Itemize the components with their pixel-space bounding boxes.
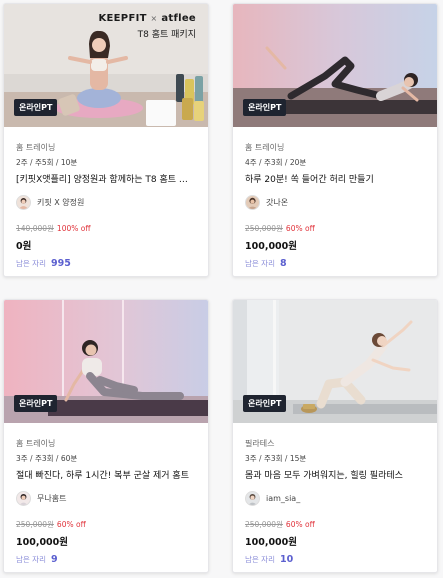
remaining-label: 남은 자리 — [245, 259, 275, 268]
course-schedule: 4주 / 주3회 / 20분 — [245, 158, 307, 167]
course-thumbnail[interactable]: KEEPFIT × atflee T8 홈트 패키지 온라인PT — [4, 4, 208, 127]
original-price: 250,000원 — [16, 520, 54, 529]
remaining-count: 10 — [279, 554, 294, 565]
remaining-label: 남은 자리 — [16, 259, 46, 268]
coach-avatar — [16, 195, 31, 210]
coach-avatar — [245, 195, 260, 210]
coach-name: 무나홈트 — [37, 494, 67, 503]
price-discount-row: 250,000원 60% off — [245, 519, 425, 530]
coach-avatar — [16, 491, 31, 506]
online-pt-badge: 온라인PT — [14, 395, 58, 412]
original-price: 250,000원 — [245, 224, 283, 233]
coach-name: iam_sia_ — [266, 494, 301, 503]
remaining-seats: 남은 자리 10 — [245, 554, 425, 565]
price-discount-row: 250,000원 60% off — [16, 519, 196, 530]
course-title[interactable]: 몸과 마음 모두 가벼워지는, 힐링 필라테스 — [245, 468, 425, 481]
coach-avatar — [245, 491, 260, 506]
course-title[interactable]: 절대 빠진다, 하루 1시간! 복부 군살 제거 홈트 — [16, 468, 196, 481]
coach-name: 키핏 X 양정원 — [37, 198, 85, 207]
original-price: 250,000원 — [245, 520, 283, 529]
price-discount-row: 250,000원 60% off — [245, 223, 425, 234]
price-discount-row: 140,000원 100% off — [16, 223, 196, 234]
course-schedule: 3주 / 주3회 / 60분 — [16, 454, 78, 463]
remaining-seats: 남은 자리 995 — [16, 258, 196, 269]
sale-price: 100,000원 — [245, 537, 298, 548]
remaining-count: 995 — [50, 258, 71, 269]
course-title[interactable]: 하루 20분! 쏙 들어간 허리 만들기 — [245, 172, 425, 185]
course-card[interactable]: 온라인PT 홈 트레이닝 3주 / 주3회 / 60분 절대 빠진다, 하루 1… — [3, 299, 209, 573]
course-schedule: 3주 / 주3회 / 15분 — [245, 454, 307, 463]
coach-info[interactable]: 키핏 X 양정원 — [16, 194, 196, 211]
remaining-seats: 남은 자리 9 — [16, 554, 196, 565]
promo-text: T8 홈트 패키지 — [137, 30, 196, 40]
original-price: 140,000원 — [16, 224, 54, 233]
coach-info[interactable]: 무나홈트 — [16, 490, 196, 507]
online-pt-badge: 온라인PT — [243, 99, 287, 116]
sale-price: 100,000원 — [245, 241, 298, 252]
discount-rate: 60% off — [285, 520, 315, 529]
remaining-count: 9 — [50, 554, 58, 565]
discount-rate: 60% off — [56, 520, 86, 529]
remaining-count: 8 — [279, 258, 287, 269]
course-category: 홈 트레이닝 — [245, 143, 285, 152]
online-pt-badge: 온라인PT — [243, 395, 287, 412]
course-category: 홈 트레이닝 — [16, 439, 56, 448]
course-category: 홈 트레이닝 — [16, 143, 56, 152]
course-thumbnail[interactable]: 온라인PT — [233, 300, 437, 423]
remaining-seats: 남은 자리 8 — [245, 258, 425, 269]
coach-info[interactable]: 갓나온 — [245, 194, 425, 211]
course-thumbnail[interactable]: 온라인PT — [4, 300, 208, 423]
course-category: 필라테스 — [245, 439, 275, 448]
course-thumbnail[interactable]: 온라인PT — [233, 4, 437, 127]
course-card[interactable]: KEEPFIT × atflee T8 홈트 패키지 온라인PT 홈 트레이닝 … — [3, 3, 209, 277]
course-card[interactable]: 온라인PT 필라테스 3주 / 주3회 / 15분 몸과 마음 모두 가벼워지는… — [232, 299, 438, 573]
remaining-label: 남은 자리 — [245, 555, 275, 564]
coach-info[interactable]: iam_sia_ — [245, 490, 425, 507]
remaining-label: 남은 자리 — [16, 555, 46, 564]
course-card[interactable]: 온라인PT 홈 트레이닝 4주 / 주3회 / 20분 하루 20분! 쏙 들어… — [232, 3, 438, 277]
coach-name: 갓나온 — [266, 198, 289, 207]
discount-rate: 60% off — [285, 224, 315, 233]
discount-rate: 100% off — [56, 224, 91, 233]
online-pt-badge: 온라인PT — [14, 99, 58, 116]
course-schedule: 2주 / 주5회 / 10분 — [16, 158, 78, 167]
sale-price: 100,000원 — [16, 537, 69, 548]
brand-logo: KEEPFIT × atflee — [98, 13, 196, 24]
course-grid: KEEPFIT × atflee T8 홈트 패키지 온라인PT 홈 트레이닝 … — [0, 0, 443, 578]
course-title[interactable]: [키핏X앳플리] 양정원과 함께하는 T8 홈트 패키지 — [16, 172, 196, 185]
sale-price: 0원 — [16, 241, 32, 252]
